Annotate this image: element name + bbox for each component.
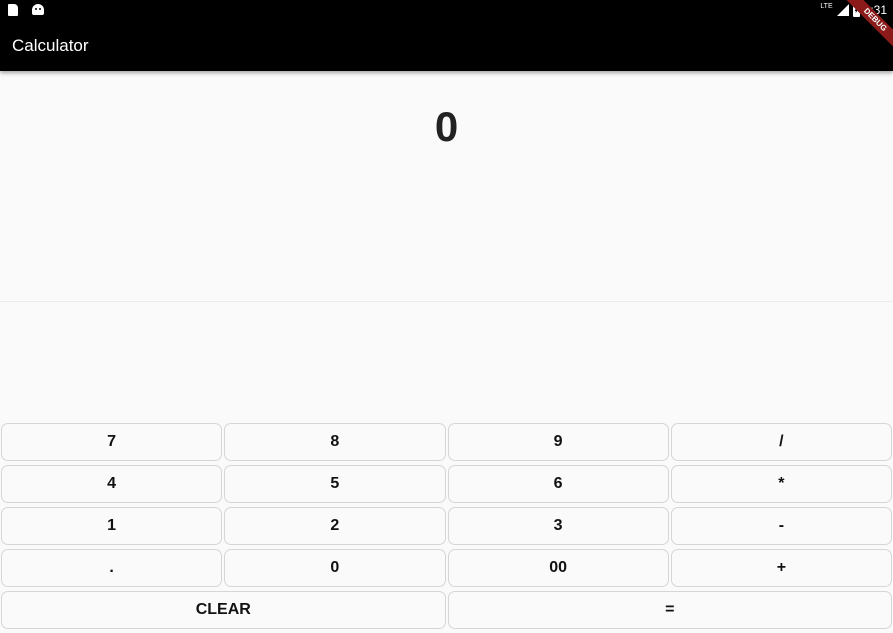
decimal-point-button[interactable]: . [1, 549, 223, 587]
signal-icon [836, 4, 849, 16]
app-bar: Calculator [0, 24, 893, 71]
sd-card-icon [8, 4, 18, 16]
key-0-button[interactable]: 0 [224, 549, 446, 587]
display-value: 0 [434, 103, 459, 150]
key-3-button[interactable]: 3 [447, 507, 669, 545]
multiply-button[interactable]: * [670, 465, 892, 503]
key-6-button[interactable]: 6 [447, 465, 669, 503]
key-4-button[interactable]: 4 [1, 465, 223, 503]
calculator-display: 0 [0, 71, 893, 302]
status-left-icons [8, 4, 44, 16]
divide-button[interactable]: / [670, 423, 892, 461]
android-icon [32, 4, 44, 15]
app-title: Calculator [12, 36, 89, 55]
key-5-button[interactable]: 5 [224, 465, 446, 503]
keypad: 7 8 9 / 4 5 6 * 1 2 3 - . 0 00 + CLEAR = [0, 423, 893, 633]
add-button[interactable]: + [670, 549, 892, 587]
key-8-button[interactable]: 8 [224, 423, 446, 461]
key-1-button[interactable]: 1 [1, 507, 223, 545]
keypad-row: . 0 00 + [0, 549, 893, 587]
keypad-row: 7 8 9 / [0, 423, 893, 461]
clear-button[interactable]: CLEAR [1, 591, 446, 629]
keypad-row: 1 2 3 - [0, 507, 893, 545]
equals-button[interactable]: = [447, 591, 892, 629]
keypad-row: 4 5 6 * [0, 465, 893, 503]
key-9-button[interactable]: 9 [447, 423, 669, 461]
subtract-button[interactable]: - [670, 507, 892, 545]
key-7-button[interactable]: 7 [1, 423, 223, 461]
key-2-button[interactable]: 2 [224, 507, 446, 545]
keypad-row: CLEAR = [0, 591, 893, 629]
key-00-button[interactable]: 00 [447, 549, 669, 587]
network-type-label: LTE [820, 2, 833, 10]
status-bar: LTE 1:31 [0, 0, 893, 24]
